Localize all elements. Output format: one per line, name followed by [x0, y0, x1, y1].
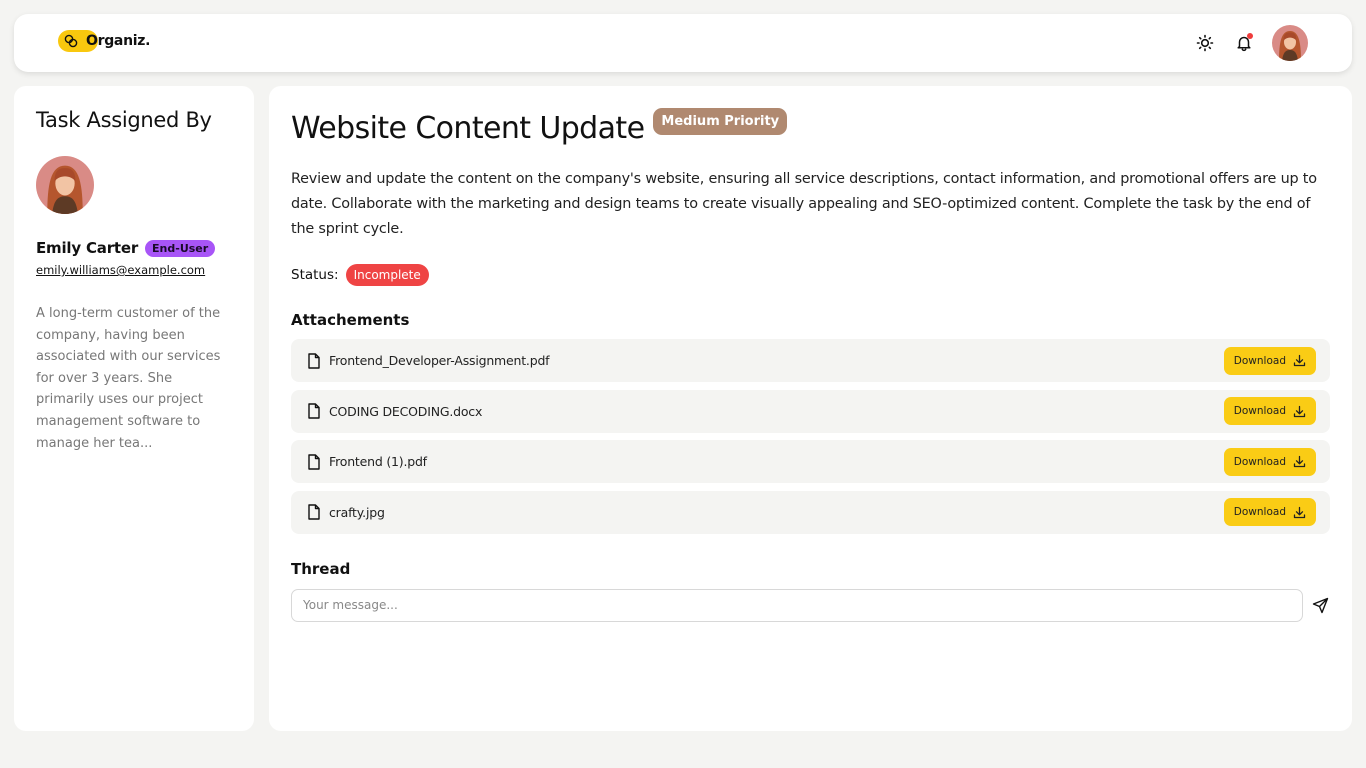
thread-title: Thread	[291, 559, 351, 578]
theme-toggle-button[interactable]	[1194, 32, 1216, 54]
attachment-item: Frontend_Developer-Assignment.pdf Downlo…	[291, 339, 1330, 382]
file-icon	[308, 453, 320, 470]
assigned-by-panel: Task Assigned By Emily Carter End-User e…	[14, 86, 254, 731]
link-rings-icon	[64, 34, 78, 48]
attachment-name: CODING DECODING.docx	[329, 403, 483, 419]
attachment-name: crafty.jpg	[329, 504, 385, 520]
brand-name: Organiz.	[86, 33, 151, 49]
status-badge: Incomplete	[345, 264, 429, 286]
message-composer	[291, 588, 1330, 622]
panel-title: Task Assigned By	[36, 108, 212, 132]
assigner-name: Emily Carter	[36, 239, 139, 257]
send-button[interactable]	[1310, 595, 1330, 615]
status-label: Status:	[291, 267, 339, 283]
download-button[interactable]: Download	[1223, 346, 1316, 375]
attachment-item: Frontend (1).pdf Download	[291, 440, 1330, 483]
download-button[interactable]: Download	[1223, 498, 1316, 526]
download-label: Download	[1233, 455, 1286, 468]
notifications-button[interactable]	[1233, 32, 1255, 54]
notification-dot	[1247, 33, 1253, 39]
sun-icon	[1196, 34, 1214, 52]
header-actions	[1194, 25, 1308, 61]
brand-logo[interactable]: Organiz.	[58, 30, 150, 52]
attachment-item: crafty.jpg Download	[291, 490, 1330, 534]
user-avatar-button[interactable]	[1272, 25, 1308, 61]
attachments-list: Frontend_Developer-Assignment.pdf Downlo…	[291, 339, 1330, 534]
file-icon	[308, 504, 320, 520]
attachment-name: Frontend_Developer-Assignment.pdf	[329, 353, 550, 368]
assigner-bio: A long-term customer of the company, hav…	[36, 306, 221, 451]
task-title: Website Content Update	[291, 111, 645, 146]
assigner-info: Emily Carter End-User	[36, 239, 232, 257]
download-label: Download	[1233, 506, 1286, 518]
attachment-name: Frontend (1).pdf	[329, 454, 427, 469]
attachments-title: Attachements	[291, 311, 410, 329]
file-icon	[308, 403, 320, 419]
send-icon	[1312, 597, 1328, 613]
avatar	[36, 156, 94, 214]
download-button[interactable]: Download	[1223, 397, 1316, 425]
task-header: Website Content Update Medium Priority	[291, 108, 1330, 146]
download-icon	[1293, 354, 1306, 367]
file-icon	[308, 352, 320, 369]
task-detail-panel: Website Content Update Medium Priority R…	[269, 86, 1352, 731]
message-input[interactable]	[291, 588, 1304, 622]
top-navbar: Organiz.	[14, 14, 1352, 72]
download-icon	[1293, 506, 1306, 518]
download-label: Download	[1233, 405, 1286, 417]
avatar	[1272, 25, 1308, 61]
role-badge: End-User	[145, 239, 216, 257]
assigner-avatar	[36, 156, 94, 214]
download-label: Download	[1233, 354, 1286, 367]
download-icon	[1293, 405, 1306, 417]
task-description: Review and update the content on the com…	[291, 171, 1317, 237]
download-icon	[1293, 455, 1306, 468]
assigner-email-link[interactable]: emily.williams@example.com	[36, 263, 232, 277]
download-button[interactable]: Download	[1223, 447, 1316, 476]
status-row: Status: Incomplete	[291, 264, 1330, 286]
priority-badge: Medium Priority	[653, 108, 788, 135]
attachment-item: CODING DECODING.docx Download	[291, 389, 1330, 433]
